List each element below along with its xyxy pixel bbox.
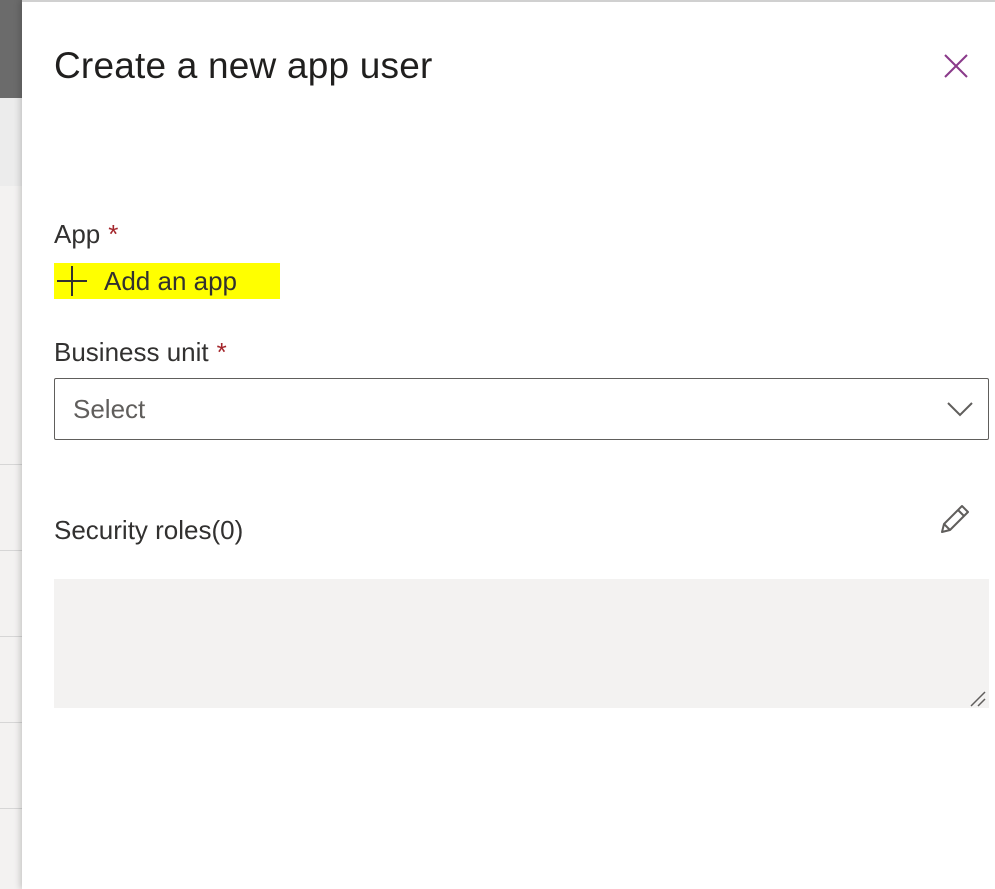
background-page-strip: [0, 0, 22, 889]
business-unit-label-text: Business unit: [54, 337, 209, 367]
required-marker: *: [216, 337, 227, 367]
add-an-app-link[interactable]: Add an app: [54, 263, 280, 299]
chevron-down-icon: [947, 402, 973, 417]
security-roles-textarea[interactable]: [54, 579, 989, 708]
background-header-block: [0, 0, 22, 98]
app-label-text: App: [54, 219, 101, 249]
business-unit-selected-value: Select: [73, 394, 146, 424]
security-roles-label: Security roles(0): [54, 515, 244, 545]
plus-icon: [57, 266, 87, 296]
edit-security-roles-button[interactable]: [936, 500, 974, 538]
resize-grip-icon[interactable]: [967, 688, 987, 708]
add-an-app-label: Add an app: [104, 266, 238, 296]
background-toolbar-block: [0, 98, 22, 186]
app-field-label: App *: [54, 218, 118, 250]
background-row-divider: [0, 722, 22, 723]
panel-title: Create a new app user: [54, 45, 433, 86]
close-icon: [944, 54, 968, 78]
pencil-icon: [941, 505, 969, 533]
required-marker: *: [108, 219, 119, 249]
background-row-divider: [0, 636, 22, 637]
create-app-user-panel: Create a new app user App * Add an app Bu…: [22, 0, 995, 889]
business-unit-dropdown[interactable]: Select: [54, 378, 989, 440]
background-row-divider: [0, 808, 22, 809]
background-row-divider: [0, 464, 22, 465]
close-button[interactable]: [939, 49, 973, 83]
business-unit-field-label: Business unit *: [54, 336, 227, 368]
background-row-divider: [0, 550, 22, 551]
